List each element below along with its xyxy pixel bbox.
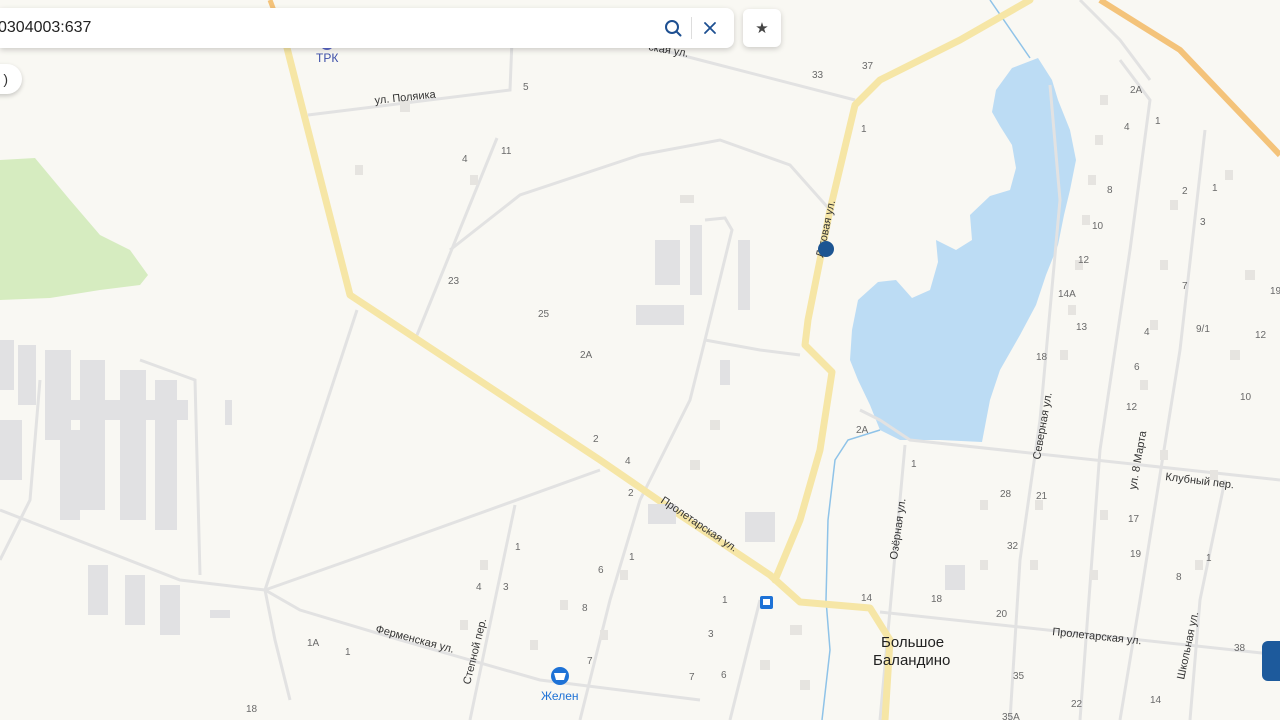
house-number: 2А <box>856 425 869 436</box>
house-number: 1 <box>1155 116 1161 127</box>
house-number: 14 <box>861 593 873 604</box>
house-numbers: 33 37 5 1 11 4 23 25 2А 2 4 2 2А 1 2А 4 … <box>246 61 1280 720</box>
house-number: 35А <box>1002 712 1020 720</box>
house-number: 22 <box>1071 699 1083 710</box>
search-icon <box>665 20 682 37</box>
house-number: 17 <box>1128 514 1140 525</box>
house-number: 4 <box>462 154 468 165</box>
house-number: 3 <box>503 582 509 593</box>
map-canvas[interactable]: ул. Поляика ская ул. Луговая ул. Пролета… <box>0 0 1280 720</box>
house-number: 2 <box>628 488 634 499</box>
street-label-marta: ул. 8 Марта <box>1127 429 1149 490</box>
house-number: 18 <box>246 704 258 715</box>
house-number: 28 <box>1000 489 1012 500</box>
poi-bus-stop[interactable] <box>760 596 773 609</box>
house-number: 5 <box>523 82 529 93</box>
street-label-proletarskaya: Пролетарская ул. <box>658 495 739 555</box>
house-number: 4 <box>625 456 631 467</box>
house-number: 38 <box>1234 643 1246 654</box>
house-number: 19 <box>1270 286 1280 297</box>
house-number: 21 <box>1036 491 1048 502</box>
basket-icon-glyph <box>554 673 566 680</box>
street-label-proletarskaya-east: Пролетарская ул. <box>1052 626 1142 647</box>
house-number: 8 <box>582 603 588 614</box>
house-number: 3 <box>708 629 714 640</box>
right-panel-tab[interactable] <box>1262 641 1280 681</box>
house-number: 7 <box>1182 281 1188 292</box>
house-number: 23 <box>448 276 460 287</box>
house-number: 1А <box>307 638 320 649</box>
house-number: 37 <box>862 61 874 72</box>
house-number: 18 <box>1036 352 1048 363</box>
bookmark-button[interactable]: ★ <box>743 9 781 47</box>
house-number: 7 <box>689 672 695 683</box>
close-icon <box>704 22 716 34</box>
search-button[interactable] <box>655 10 691 46</box>
poi-label-shop: Желен <box>541 689 579 703</box>
house-number: 7 <box>587 656 593 667</box>
house-number: 4 <box>1144 327 1150 338</box>
house-number: 2А <box>1130 85 1143 96</box>
house-number: 2 <box>593 434 599 445</box>
house-number: 35 <box>1013 671 1025 682</box>
house-number: 13 <box>1076 322 1088 333</box>
house-number: 18 <box>931 594 943 605</box>
house-number: 1 <box>1206 553 1212 564</box>
search-bar <box>0 8 734 48</box>
clear-button[interactable] <box>692 10 728 46</box>
park-area <box>0 158 148 300</box>
street-label-severnaya: Северная ул. <box>1031 392 1055 461</box>
street-label-ozernaya: Озёрная ул. <box>888 498 908 561</box>
house-number: 9/1 <box>1196 324 1210 335</box>
house-number: 1 <box>861 124 867 135</box>
town-name-line2: Баландино <box>873 652 950 669</box>
house-number: 14А <box>1058 289 1076 300</box>
stream <box>821 429 881 720</box>
house-number: 2А <box>580 350 593 361</box>
bus-stop-glyph <box>763 599 770 605</box>
house-number: 3 <box>1200 217 1206 228</box>
house-number: 12 <box>1255 330 1267 341</box>
house-number: 20 <box>996 609 1008 620</box>
house-number: 10 <box>1240 392 1252 403</box>
house-number: 4 <box>476 582 482 593</box>
house-number: 1 <box>911 459 917 470</box>
house-number: 12 <box>1078 255 1090 266</box>
house-number: 8 <box>1176 572 1182 583</box>
side-panel-label: ) <box>3 71 8 87</box>
house-number: 33 <box>812 70 824 81</box>
house-number: 12 <box>1126 402 1138 413</box>
star-icon: ★ <box>755 20 769 37</box>
house-number: 6 <box>721 670 727 681</box>
house-number: 1 <box>1212 183 1218 194</box>
town-name-line1: Большое <box>881 634 944 651</box>
poi-label-trk: ТРК <box>316 51 338 65</box>
house-number: 1 <box>722 595 728 606</box>
street-label-fermenskaya: Ферменская ул. <box>374 623 455 655</box>
house-number: 6 <box>1134 362 1140 373</box>
house-number: 10 <box>1092 221 1104 232</box>
house-number: 11 <box>501 146 512 157</box>
house-number: 25 <box>538 309 550 320</box>
house-number: 1 <box>345 647 351 658</box>
house-number: 19 <box>1130 549 1142 560</box>
house-number: 4 <box>1124 122 1130 133</box>
house-number: 1 <box>515 542 521 553</box>
house-number: 14 <box>1150 695 1162 706</box>
search-input[interactable] <box>0 8 655 48</box>
house-number: 6 <box>598 565 604 576</box>
location-marker[interactable] <box>818 241 834 257</box>
house-number: 2 <box>1182 186 1188 197</box>
minor-roads <box>0 0 1280 720</box>
house-number: 32 <box>1007 541 1019 552</box>
house-number: 8 <box>1107 185 1113 196</box>
house-number: 1 <box>629 552 635 563</box>
